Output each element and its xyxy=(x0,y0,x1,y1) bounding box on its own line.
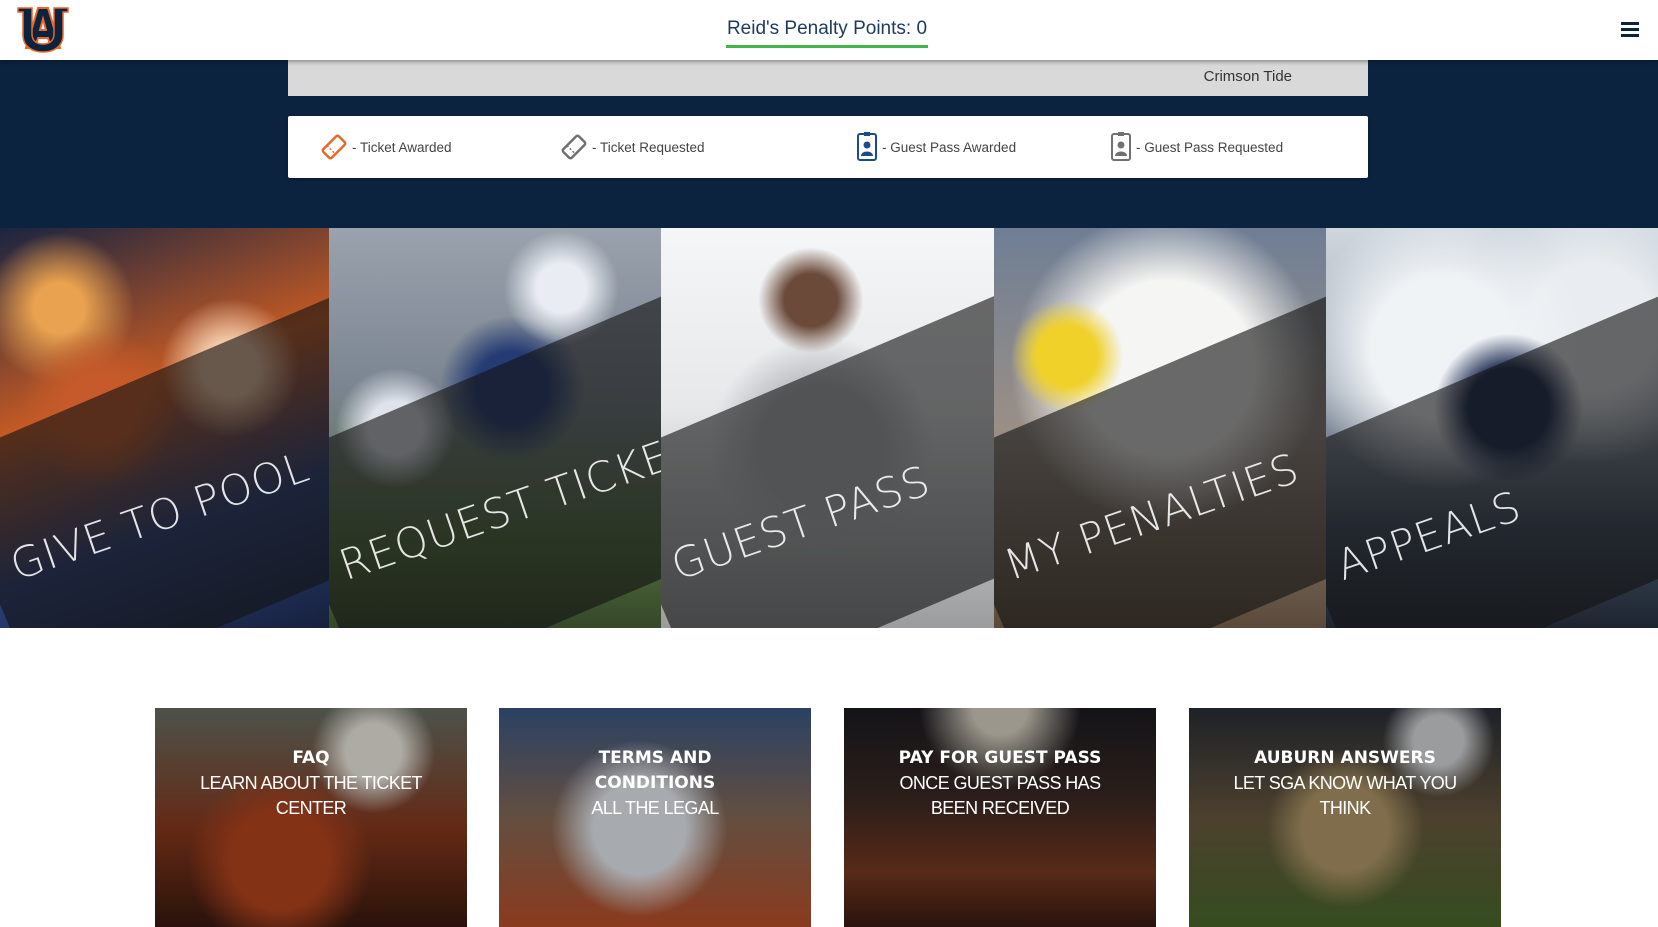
card-title: TERMS AND xyxy=(598,748,712,768)
tile-guest-pass[interactable]: GUEST PASS xyxy=(661,228,994,628)
tile-give-to-pool[interactable]: GIVE TO POOL xyxy=(0,228,329,628)
card-title: AUBURN ANSWERS xyxy=(1254,748,1436,768)
legend-ticket-requested: - Ticket Requested xyxy=(560,132,705,162)
legend-guest-pass-requested: - Guest Pass Requested xyxy=(1110,132,1283,162)
legend-guest-pass-awarded: - Guest Pass Awarded xyxy=(856,132,1016,162)
card-line: LET SGA KNOW WHAT YOU xyxy=(1233,773,1457,793)
legend-label: - Ticket Awarded xyxy=(352,139,452,155)
card-auburn-answers[interactable]: AUBURN ANSWERS LET SGA KNOW WHAT YOU THI… xyxy=(1189,708,1501,927)
info-cards: FAQ LEARN ABOUT THE TICKET CENTER TERMS … xyxy=(0,628,1658,927)
auburn-logo[interactable] xyxy=(14,2,72,54)
card-line: ONCE GUEST PASS HAS xyxy=(899,773,1102,793)
top-navigation-bar: Reid's Penalty Points: 0 xyxy=(0,0,1658,60)
legend-label: - Guest Pass Awarded xyxy=(882,139,1017,155)
ticket-awarded-icon xyxy=(321,134,347,160)
card-terms[interactable]: TERMS AND CONDITIONS ALL THE LEGAL xyxy=(499,708,811,927)
penalty-points-label: Reid's Penalty Points: 0 xyxy=(726,18,928,39)
hamburger-icon[interactable] xyxy=(1621,22,1639,38)
legend-ticket-awarded: - Ticket Awarded xyxy=(320,132,452,162)
tile-appeals[interactable]: APPEALS xyxy=(1326,228,1658,628)
game-row: Crimson Tide xyxy=(288,60,1368,96)
guest-pass-awarded-icon xyxy=(857,132,877,161)
tile-my-penalties[interactable]: MY PENALTIES xyxy=(994,228,1326,628)
game-summary-band: Crimson Tide - Ticket Awarded - Ticket R… xyxy=(0,60,1658,228)
card-line: LEARN ABOUT THE TICKET xyxy=(200,773,422,793)
icon-legend: - Ticket Awarded - Ticket Requested - Gu… xyxy=(288,116,1368,178)
legend-label: - Guest Pass Requested xyxy=(1136,139,1284,155)
card-line: CONDITIONS xyxy=(594,773,716,793)
legend-label: - Ticket Requested xyxy=(592,139,705,155)
card-line: THINK xyxy=(1319,798,1371,818)
card-line: BEEN RECEIVED xyxy=(930,798,1070,818)
card-line: CENTER xyxy=(275,798,347,818)
action-tiles: GIVE TO POOL REQUEST TICKET GUEST PASS M… xyxy=(0,228,1658,628)
opponent-name: Crimson Tide xyxy=(1203,68,1292,85)
card-line: ALL THE LEGAL xyxy=(591,798,719,818)
card-title: PAY FOR GUEST PASS xyxy=(898,748,1102,768)
card-faq[interactable]: FAQ LEARN ABOUT THE TICKET CENTER xyxy=(155,708,467,927)
tile-request-ticket[interactable]: REQUEST TICKET xyxy=(329,228,661,628)
card-pay-guest-pass[interactable]: PAY FOR GUEST PASS ONCE GUEST PASS HAS B… xyxy=(844,708,1156,927)
ticket-requested-icon xyxy=(561,134,587,160)
penalty-underline xyxy=(726,45,928,48)
card-title: FAQ xyxy=(292,748,330,768)
guest-pass-requested-icon xyxy=(1111,132,1131,161)
